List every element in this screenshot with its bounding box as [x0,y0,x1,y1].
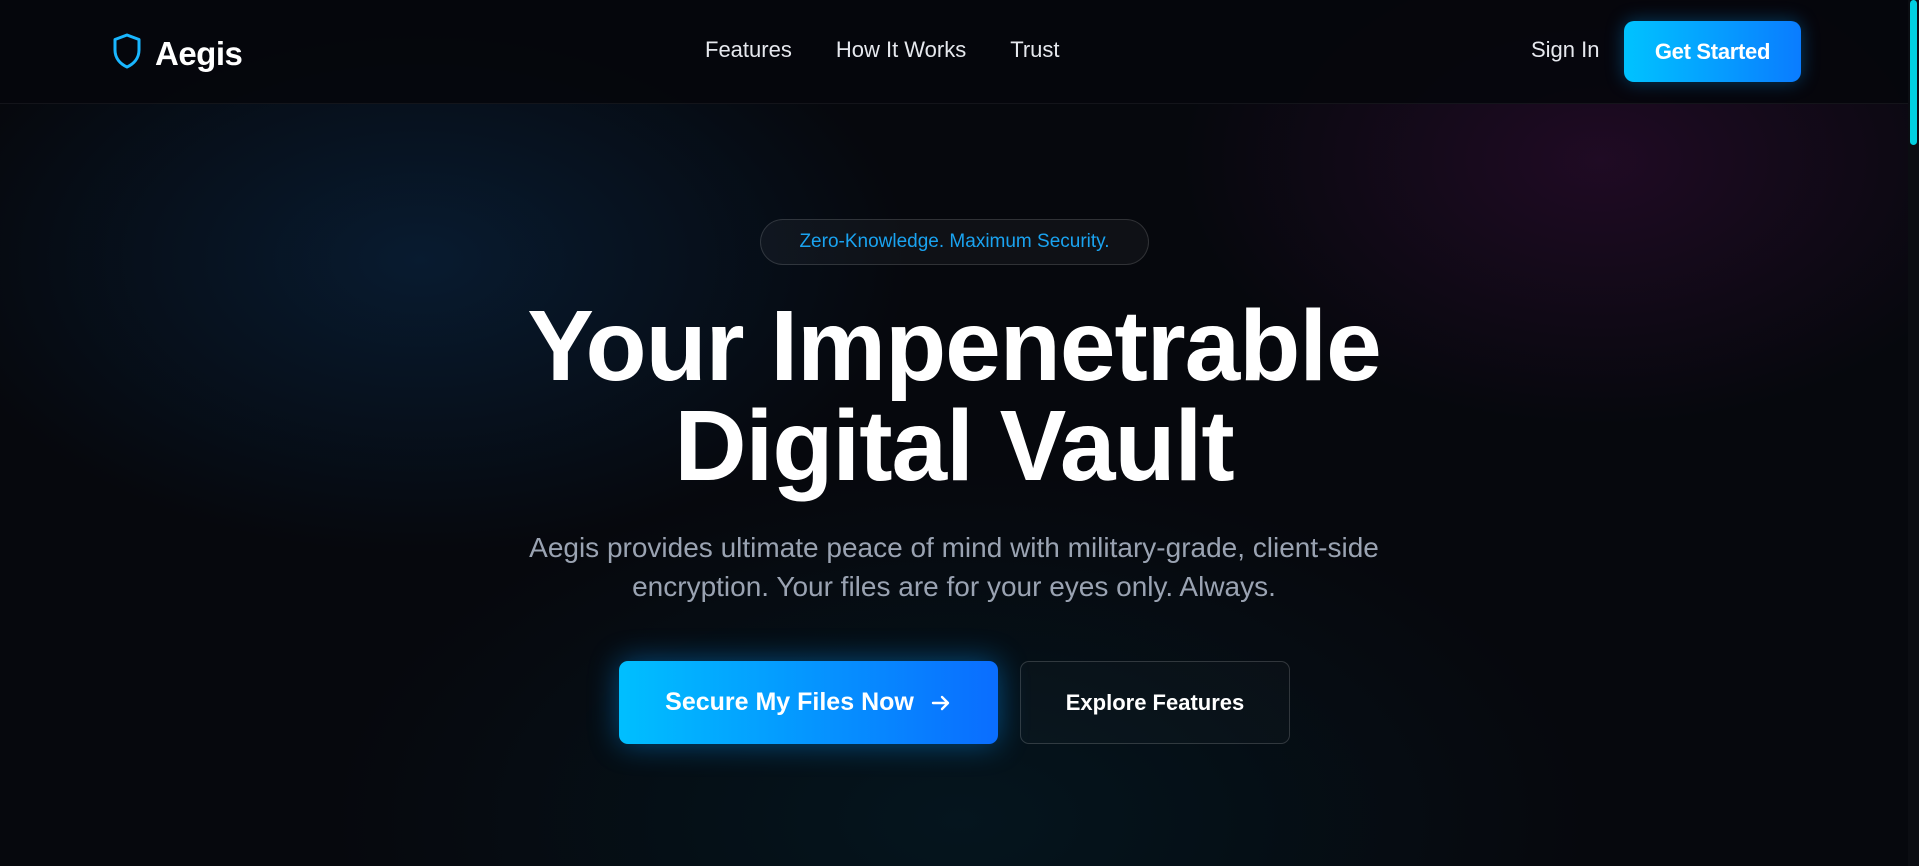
landing-page: Aegis Features How It Works Trust Sign I… [0,0,1919,866]
secure-files-button[interactable]: Secure My Files Now [619,661,998,744]
page-scrollbar[interactable] [1908,0,1919,866]
sign-in-link[interactable]: Sign In [1531,37,1600,63]
hero-headline-line-1: Your Impenetrable [527,290,1382,402]
main-nav: Features How It Works Trust [705,37,1104,63]
hero-subtitle: Aegis provides ultimate peace of mind wi… [454,528,1454,606]
shield-icon [111,32,143,75]
nav-link-features[interactable]: Features [705,37,792,63]
brand-name: Aegis [155,34,243,72]
explore-features-button[interactable]: Explore Features [1020,661,1290,744]
hero-headline: Your Impenetrable Digital Vault [354,296,1554,496]
top-navbar: Aegis Features How It Works Trust Sign I… [0,0,1908,104]
nav-link-trust[interactable]: Trust [1010,37,1059,63]
arrow-right-icon [930,692,952,714]
hero-badge: Zero-Knowledge. Maximum Security. [760,219,1149,265]
explore-features-button-label: Explore Features [1065,689,1245,715]
nav-link-how-it-works[interactable]: How It Works [836,37,966,63]
scrollbar-thumb[interactable] [1910,0,1917,145]
hero-badge-text: Zero-Knowledge. Maximum Security. [799,231,1110,252]
hero-subtitle-line-1: Aegis provides ultimate peace of mind wi… [529,532,1379,563]
hero-headline-line-2: Digital Vault [674,390,1234,502]
brand-logo[interactable]: Aegis [111,32,243,75]
get-started-button[interactable]: Get Started [1624,21,1801,82]
hero-subtitle-line-2: encryption. Your files are for your eyes… [632,571,1276,602]
secure-files-button-label: Secure My Files Now [665,688,914,716]
